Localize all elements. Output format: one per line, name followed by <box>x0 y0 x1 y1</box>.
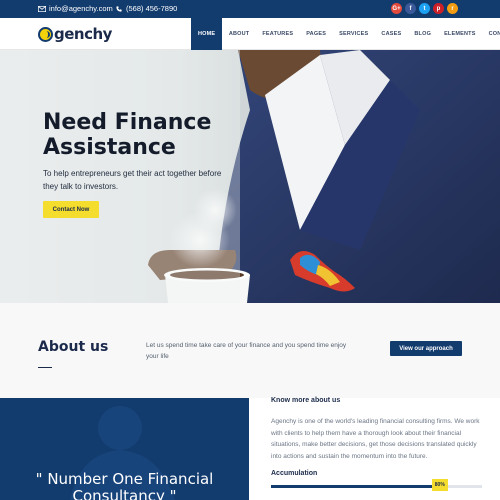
about-section: About us Let us spend time take care of … <box>0 303 500 398</box>
quote-text: " Number One Financial Consultancy " <box>0 471 249 500</box>
quote-line-1: " Number One Financial <box>35 470 214 488</box>
hero-subtitle: To help entrepreneurs get their act toge… <box>43 169 222 191</box>
quote-panel: " Number One Financial Consultancy " <box>0 398 249 500</box>
brand-logo[interactable]: genchy <box>38 25 112 43</box>
about-title: About us <box>38 339 109 355</box>
accumulation-progress-fill <box>271 485 440 488</box>
rss-icon[interactable]: r <box>447 3 458 14</box>
nav-item-about[interactable]: ABOUT <box>222 18 256 50</box>
hero-title-line-1: Need Finance <box>43 110 212 135</box>
nav-item-blog[interactable]: BLOG <box>408 18 438 50</box>
hero-title-line-2: Assistance <box>43 135 176 160</box>
nav-item-contact[interactable]: CONTACT <box>482 18 500 50</box>
twitter-icon[interactable]: t <box>419 3 430 14</box>
email-text: info@agenchy.com <box>49 4 113 13</box>
logo-text: genchy <box>54 25 112 43</box>
envelope-icon <box>38 5 46 12</box>
hero-banner: Need Finance Assistance To help entrepre… <box>0 50 500 303</box>
nav-item-home[interactable]: HOME <box>191 18 223 50</box>
accumulation-label: Accumulation <box>271 470 318 477</box>
nav-item-cases[interactable]: CASES <box>375 18 408 50</box>
accumulation-progress-badge: 80% <box>431 479 448 491</box>
view-approach-button[interactable]: View our approach <box>390 341 462 356</box>
top-bar: info@agenchy.com (568) 456-7890 G+ f t p r <box>0 0 500 18</box>
nav-menu: HOME ABOUT FEATURES PAGES SERVICES CASES BLOG E… <box>191 18 500 50</box>
main-navbar: genchy HOME ABOUT FEATURES PAGES SERVICES CAS… <box>0 18 500 50</box>
about-text: Let us spend time take care of your fina… <box>146 342 347 360</box>
about-title-underline <box>38 367 52 368</box>
phone-contact[interactable]: (568) 456-7890 <box>115 4 177 13</box>
pinterest-icon[interactable]: p <box>433 3 444 14</box>
phone-icon <box>116 5 122 12</box>
phone-text: (568) 456-7890 <box>126 4 178 13</box>
quote-line-2: Consultancy " <box>72 487 177 500</box>
accumulation-progress-track <box>271 485 482 488</box>
nav-item-features[interactable]: FEATURES <box>256 18 300 50</box>
facebook-icon[interactable]: f <box>405 3 416 14</box>
logo-mark-icon <box>38 26 53 42</box>
google-plus-icon[interactable]: G+ <box>391 3 402 14</box>
hero-title: Need Finance Assistance <box>43 110 253 160</box>
email-contact[interactable]: info@agenchy.com <box>38 4 113 13</box>
social-links: G+ f t p r <box>391 3 458 14</box>
nav-item-elements[interactable]: ELEMENTS <box>438 18 483 50</box>
nav-item-pages[interactable]: PAGES <box>300 18 333 50</box>
know-more-title: Know more about us <box>271 397 341 404</box>
contact-now-button[interactable]: Contact Now <box>43 201 99 218</box>
know-more-text: Agenchy is one of the world's leading fi… <box>271 418 480 460</box>
nav-item-services[interactable]: SERVICES <box>333 18 375 50</box>
